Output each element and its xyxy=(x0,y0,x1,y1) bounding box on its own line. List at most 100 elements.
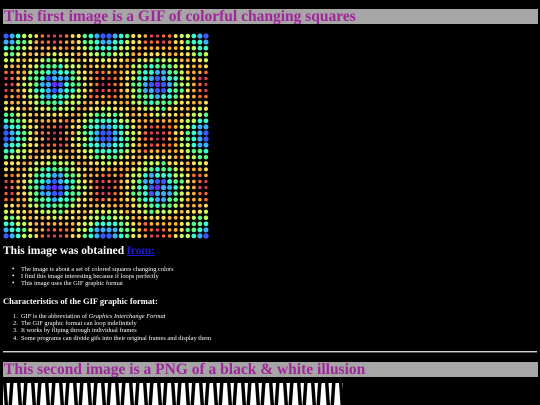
pattern-dot xyxy=(101,88,105,93)
list-item: 4. Some programs can divide gifs into the… xyxy=(13,335,211,342)
pattern-dot xyxy=(22,112,27,117)
pattern-dot xyxy=(52,106,57,111)
pattern-dot xyxy=(185,124,191,130)
pattern-dot xyxy=(70,173,75,178)
item-text: The GIF graphic format can loop indefini… xyxy=(21,320,137,328)
pattern-dot xyxy=(106,154,112,160)
pattern-dot xyxy=(64,222,69,226)
pattern-dot xyxy=(100,209,106,214)
pattern-dot xyxy=(64,82,70,87)
pattern-dot xyxy=(185,112,190,117)
pattern-dot xyxy=(52,137,57,141)
pattern-dot xyxy=(40,58,45,63)
pattern-dot xyxy=(15,221,21,227)
pattern-dot xyxy=(3,215,9,221)
pattern-dot xyxy=(100,148,106,154)
item-text: GIF is the abbreviation of xyxy=(21,313,89,320)
pattern-dot xyxy=(34,88,39,93)
item-emphasis: Graphics Interchange Format xyxy=(88,313,166,320)
pattern-dot xyxy=(119,209,124,214)
pattern-dot xyxy=(76,124,81,129)
pattern-dot xyxy=(34,94,39,99)
pattern-dot xyxy=(16,76,21,81)
pattern-dot xyxy=(173,106,178,111)
pattern-dot xyxy=(22,58,27,63)
item-number: 2. xyxy=(13,320,18,328)
pattern-dot xyxy=(173,118,178,123)
pattern-dot xyxy=(57,190,64,197)
pattern-dot xyxy=(173,173,178,178)
pattern-dot xyxy=(107,94,111,99)
pattern-dot xyxy=(197,167,202,172)
pattern-dot xyxy=(64,203,69,208)
pattern-dot xyxy=(88,215,93,220)
pattern-dot xyxy=(46,34,51,38)
pattern-dot xyxy=(131,52,136,57)
source-link[interactable]: from: xyxy=(127,245,155,257)
pattern-dot xyxy=(143,167,148,172)
pattern-dot xyxy=(154,87,161,94)
pattern-dot xyxy=(203,39,209,45)
pattern-dot xyxy=(70,100,75,105)
pattern-dot xyxy=(185,209,190,214)
pattern-dot xyxy=(70,149,75,154)
pattern-dot xyxy=(76,185,81,190)
pattern-dot xyxy=(197,118,203,124)
pattern-dot xyxy=(137,131,142,135)
source-text: This image was obtained xyxy=(3,245,127,257)
pattern-dot xyxy=(28,118,33,123)
pattern-dot xyxy=(34,131,39,135)
pattern-dot xyxy=(34,227,39,232)
pattern-dot xyxy=(46,209,51,214)
pattern-dot xyxy=(197,215,203,221)
pattern-dot xyxy=(70,106,75,111)
pattern-dot xyxy=(107,100,111,105)
pattern-dot xyxy=(82,76,87,81)
pattern-dot xyxy=(28,100,33,105)
pattern-dot xyxy=(167,125,172,129)
pattern-dot xyxy=(161,34,166,38)
pattern-dot xyxy=(124,227,130,233)
pattern-dot xyxy=(118,124,124,130)
pattern-dot xyxy=(58,215,63,220)
pattern-dot xyxy=(82,233,88,239)
pattern-dot xyxy=(76,33,81,39)
pattern-dot xyxy=(52,40,57,44)
pattern-dot xyxy=(192,94,196,99)
pattern-dot xyxy=(204,100,208,105)
pattern-dot xyxy=(3,130,9,136)
pattern-dot xyxy=(76,106,81,111)
pattern-dot xyxy=(173,34,178,38)
pattern-dot xyxy=(64,197,69,202)
pattern-dot xyxy=(95,173,99,178)
pattern-dot xyxy=(197,148,203,154)
pattern-dot xyxy=(64,125,69,129)
pattern-dot xyxy=(40,112,45,117)
pattern-dot xyxy=(173,82,179,87)
pattern-dot xyxy=(82,88,87,93)
pattern-dot xyxy=(106,130,112,136)
pattern-dot xyxy=(155,58,160,63)
pattern-dot xyxy=(131,215,136,220)
pattern-dot xyxy=(16,94,20,99)
pattern-dot xyxy=(15,142,21,148)
pattern-dot xyxy=(45,172,51,178)
pattern-dot xyxy=(88,52,93,57)
pattern-dot xyxy=(4,191,8,196)
pattern-dot xyxy=(40,215,45,220)
pattern-dot xyxy=(22,221,27,226)
pattern-dot xyxy=(9,215,15,221)
pattern-dot xyxy=(185,118,190,123)
pattern-dot xyxy=(58,64,63,69)
pattern-dot xyxy=(64,94,69,99)
pattern-dot xyxy=(94,136,100,142)
pattern-dot xyxy=(94,33,100,39)
pattern-dot xyxy=(113,161,118,166)
pattern-dot xyxy=(197,112,203,118)
pattern-dot xyxy=(167,149,172,153)
pattern-dot xyxy=(94,112,100,118)
pattern-dot xyxy=(124,233,130,239)
pattern-dot xyxy=(28,167,33,172)
pattern-dot xyxy=(167,40,172,44)
pattern-dot xyxy=(64,112,69,117)
